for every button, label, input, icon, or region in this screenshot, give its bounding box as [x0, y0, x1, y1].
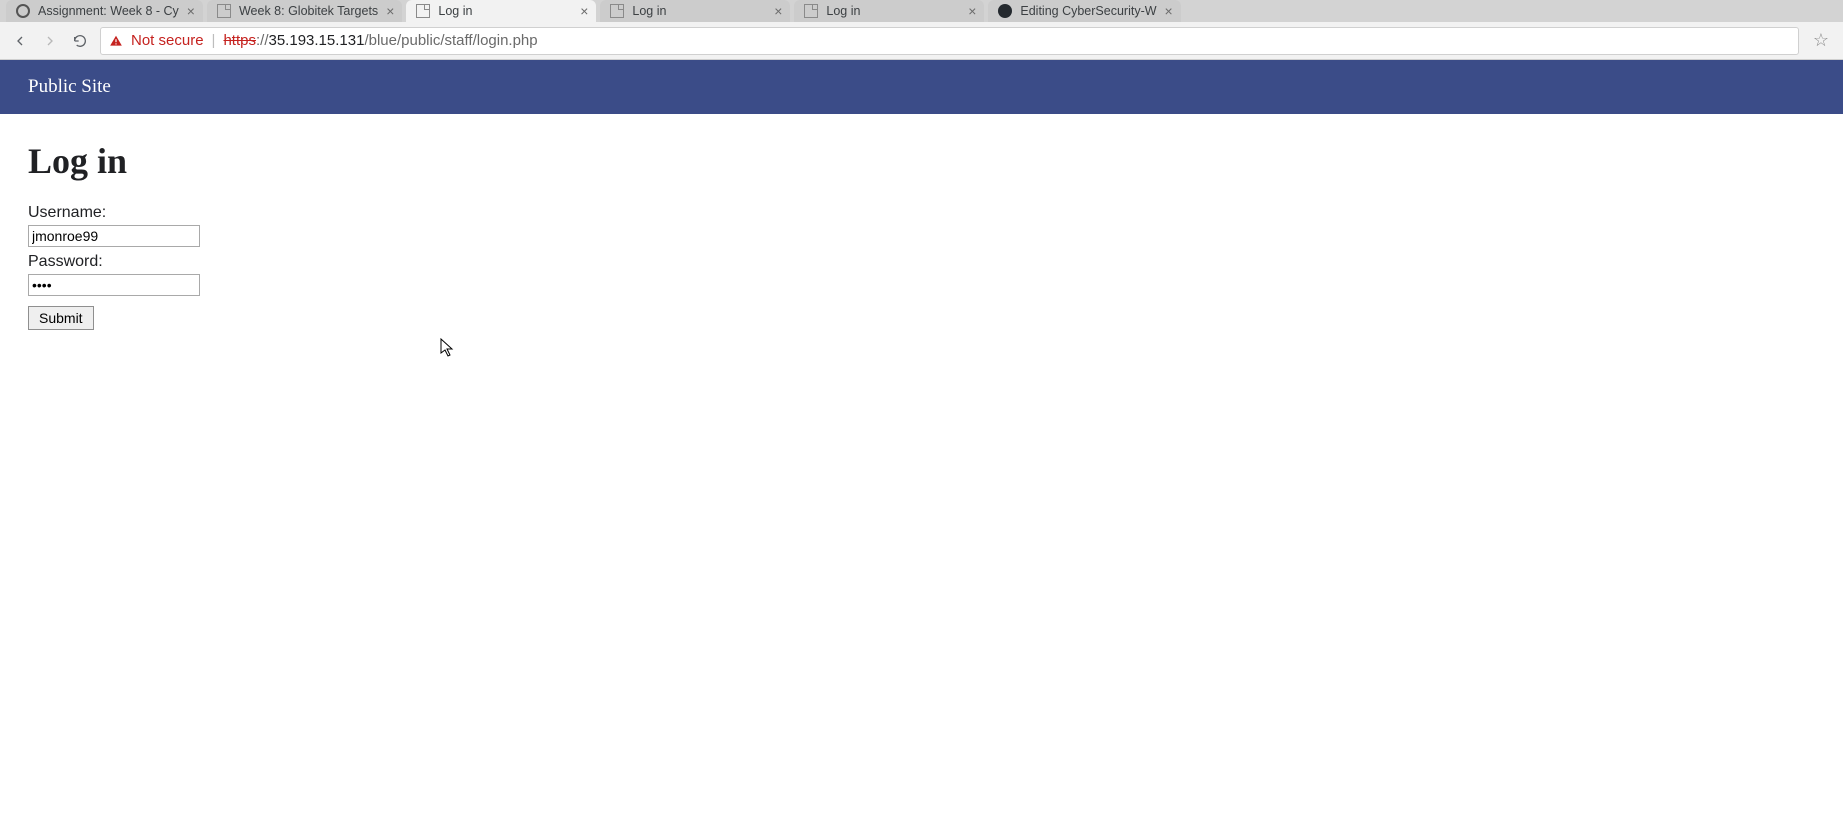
- site-header: Public Site: [0, 60, 1843, 114]
- page-content: Log in Username: Password: Submit: [0, 114, 1843, 344]
- browser-tab-2[interactable]: Log in ×: [406, 0, 596, 22]
- close-tab-icon[interactable]: ×: [386, 4, 394, 18]
- browser-tab-0[interactable]: Assignment: Week 8 - Cy ×: [6, 0, 203, 22]
- browser-tabstrip: Assignment: Week 8 - Cy × Week 8: Globit…: [0, 0, 1843, 22]
- url-scheme: https: [223, 32, 256, 49]
- browser-tab-4[interactable]: Log in ×: [794, 0, 984, 22]
- page-title: Log in: [28, 140, 1815, 182]
- url-scheme-sep: ://: [256, 32, 269, 49]
- nav-forward-button: [40, 31, 60, 51]
- close-tab-icon[interactable]: ×: [968, 4, 976, 18]
- close-tab-icon[interactable]: ×: [580, 4, 588, 18]
- public-site-link[interactable]: Public Site: [28, 76, 111, 97]
- nav-reload-button[interactable]: [70, 31, 90, 51]
- url-text: https://35.193.15.131/blue/public/staff/…: [223, 32, 537, 49]
- bookmark-star-icon[interactable]: ☆: [1809, 30, 1833, 51]
- not-secure-label: Not secure: [131, 32, 204, 49]
- browser-toolbar: Not secure | https://35.193.15.131/blue/…: [0, 22, 1843, 60]
- tab-title: Log in: [438, 4, 572, 18]
- favicon-page-icon: [416, 4, 430, 18]
- tab-title: Log in: [632, 4, 766, 18]
- tab-title: Editing CyberSecurity-W: [1020, 4, 1156, 18]
- browser-tab-3[interactable]: Log in ×: [600, 0, 790, 22]
- address-bar[interactable]: Not secure | https://35.193.15.131/blue/…: [100, 27, 1799, 55]
- close-tab-icon[interactable]: ×: [774, 4, 782, 18]
- url-host: 35.193.15.131: [269, 32, 365, 49]
- username-input[interactable]: [28, 225, 200, 247]
- username-label: Username:: [28, 204, 1815, 222]
- tab-title: Assignment: Week 8 - Cy: [38, 4, 179, 18]
- tab-title: Log in: [826, 4, 960, 18]
- nav-back-button[interactable]: [10, 31, 30, 51]
- favicon-page-icon: [610, 4, 624, 18]
- favicon-github-icon: [998, 4, 1012, 18]
- url-path: /blue/public/staff/login.php: [364, 32, 537, 49]
- close-tab-icon[interactable]: ×: [187, 4, 195, 18]
- password-input[interactable]: [28, 274, 200, 296]
- browser-tab-5[interactable]: Editing CyberSecurity-W ×: [988, 0, 1180, 22]
- close-tab-icon[interactable]: ×: [1165, 4, 1173, 18]
- browser-tab-1[interactable]: Week 8: Globitek Targets ×: [207, 0, 402, 22]
- favicon-page-icon: [804, 4, 818, 18]
- favicon-circle-c-icon: [16, 4, 30, 18]
- favicon-page-icon: [217, 4, 231, 18]
- not-secure-icon: [109, 34, 123, 48]
- password-label: Password:: [28, 253, 1815, 271]
- tab-title: Week 8: Globitek Targets: [239, 4, 378, 18]
- omnibox-separator: |: [212, 32, 216, 49]
- submit-button[interactable]: Submit: [28, 306, 94, 330]
